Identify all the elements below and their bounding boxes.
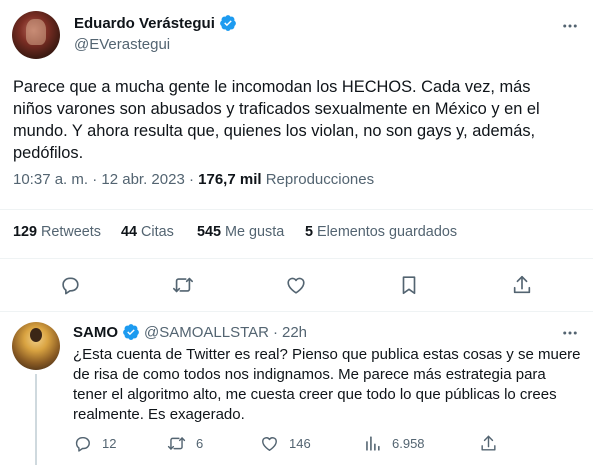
bookmarks-label: Elementos guardados [317,224,458,240]
main-tweet: Eduardo Verástegui @EVerastegui Parece q… [0,0,593,312]
tweet-date[interactable]: 12 abr. 2023 [101,171,184,188]
like-icon [262,437,277,451]
quotes-stat[interactable]: 44 Citas [121,224,174,240]
bookmarks-count: 5 [305,224,314,240]
reply-like-button[interactable]: 146 [260,434,311,453]
reply-verified-badge-icon [123,324,139,340]
reply-separator: · [272,323,278,341]
likes-label: Me gusta [225,224,285,240]
reply-time[interactable]: 22h [282,324,307,341]
thread-line [35,374,37,465]
reply-icon[interactable] [59,274,81,296]
reply-icon [75,437,90,452]
views-label: Reproducciones [265,171,375,188]
reply-tweet: SAMO @SAMOALLSTAR · 22h ¿Esta cuenta de … [0,312,593,465]
reply-views-button[interactable]: 6.958 [363,434,425,453]
more-options-icon[interactable] [560,16,580,36]
verified-badge-icon [219,15,236,31]
reply-header: SAMO @SAMOALLSTAR · 22h [73,323,307,341]
tweet-actions-bar [0,262,593,308]
likes-count: 545 [197,224,222,240]
retweets-stat[interactable]: 129 Retweets [13,224,101,240]
views-count: 176,7 mil [198,171,262,188]
likes-stat[interactable]: 545 Me gusta [197,224,284,240]
reply-views-count: 6.958 [392,436,425,451]
author-name-row: Eduardo Verástegui [74,14,237,32]
reply-likes-count: 146 [289,436,311,451]
quotes-label: Citas [141,224,174,240]
retweet-icon[interactable] [172,274,194,296]
meta-separator: · [92,171,98,188]
share-icon [481,435,496,451]
author-display-name[interactable]: Eduardo Verástegui [74,15,215,32]
reply-reply-button[interactable]: 12 [73,434,116,453]
views-icon [366,436,380,451]
share-icon[interactable] [511,274,533,296]
tweet-metadata: 10:37 a. m. · 12 abr. 2023 · 176,7 mil R… [13,171,374,188]
bookmarks-stat[interactable]: 5 Elementos guardados [305,224,457,240]
reply-more-options-icon[interactable] [560,323,580,343]
retweet-icon [167,437,186,450]
author-avatar[interactable] [12,11,60,59]
reply-author-name[interactable]: SAMO [73,324,118,341]
tweet-text: Parece que a mucha gente le incomodan lo… [13,78,540,162]
like-icon[interactable] [285,274,307,296]
quotes-count: 44 [121,224,138,240]
reply-retweets-count: 6 [196,436,204,451]
reply-replies-count: 12 [102,436,117,451]
author-handle[interactable]: @EVerastegui [74,36,170,53]
reply-author-avatar[interactable] [12,322,60,370]
reply-retweet-button[interactable]: 6 [167,434,203,453]
bookmark-icon[interactable] [398,274,420,296]
reply-author-handle[interactable]: @SAMOALLSTAR [144,324,269,341]
reply-actions-bar: 12 6 146 6.958 [73,434,573,456]
tweet-time[interactable]: 10:37 a. m. [13,171,88,188]
retweets-count: 129 [13,224,38,240]
engagement-stats: 129 Retweets 44 Citas 545 Me gusta 5 Element… [0,209,593,259]
meta-separator-2: · [188,171,194,188]
reply-share-button[interactable] [479,434,498,453]
retweets-label: Retweets [41,224,102,240]
reply-text: ¿Esta cuenta de Twitter es real? Pienso … [73,346,581,423]
